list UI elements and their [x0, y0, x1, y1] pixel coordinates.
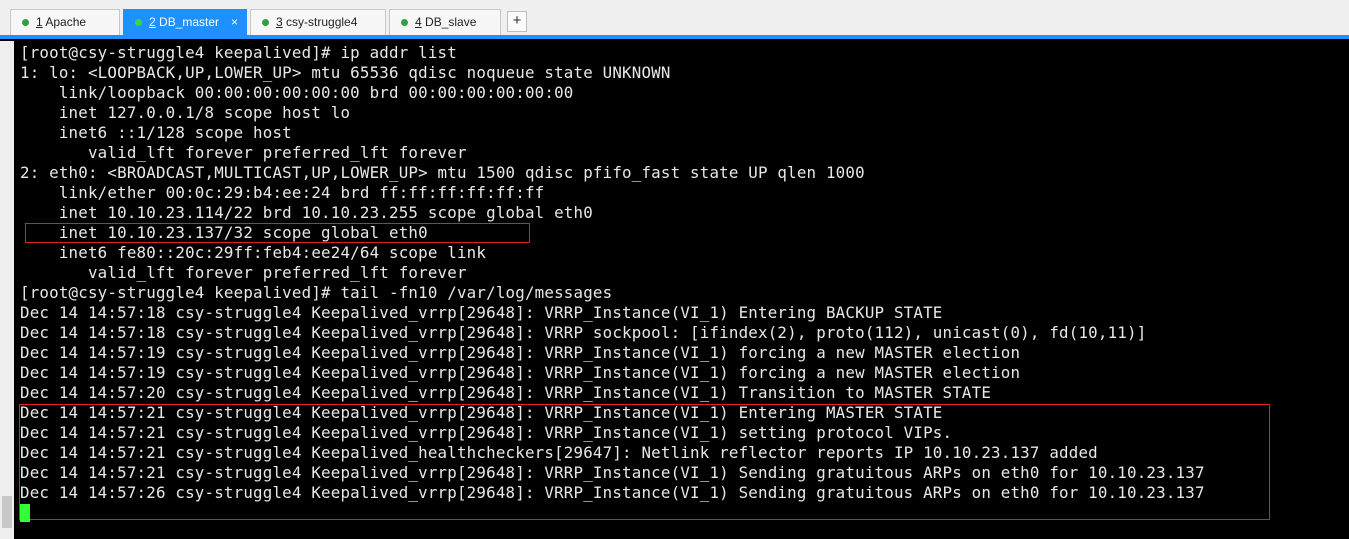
tab-apache[interactable]: 1 Apache — [10, 9, 120, 35]
terminal-line: inet6 ::1/128 scope host — [20, 123, 292, 142]
vertical-scrollbar[interactable] — [0, 41, 14, 539]
tab-csy-struggle4[interactable]: 3 csy-struggle4 — [250, 9, 386, 35]
close-icon[interactable]: × — [231, 10, 238, 35]
terminal-line: inet 10.10.23.114/22 brd 10.10.23.255 sc… — [20, 203, 593, 222]
session-status-icon — [135, 19, 142, 26]
terminal-line: link/loopback 00:00:00:00:00:00 brd 00:0… — [20, 83, 574, 102]
tab-label: 1 Apache — [36, 15, 87, 29]
session-status-icon — [401, 19, 408, 26]
terminal-line: [root@csy-struggle4 keepalived]# ip addr… — [20, 43, 457, 62]
terminal-line: inet 127.0.0.1/8 scope host lo — [20, 103, 351, 122]
terminal-line: 1: lo: <LOOPBACK,UP,LOWER_UP> mtu 65536 … — [20, 63, 671, 82]
terminal-line: Dec 14 14:57:18 csy-struggle4 Keepalived… — [20, 303, 943, 322]
terminal-line: valid_lft forever preferred_lft forever — [20, 263, 467, 282]
scrollbar-thumb[interactable] — [2, 496, 12, 528]
tab-db-master[interactable]: 2 DB_master × — [123, 9, 247, 35]
vip-address-highlight — [25, 223, 530, 243]
tab-db-slave[interactable]: 4 DB_slave — [389, 9, 501, 35]
terminal-line: link/ether 00:0c:29:b4:ee:24 brd ff:ff:f… — [20, 183, 545, 202]
terminal-line: Dec 14 14:57:19 csy-struggle4 Keepalived… — [20, 363, 1021, 382]
session-status-icon — [22, 19, 29, 26]
terminal-line: [root@csy-struggle4 keepalived]# tail -f… — [20, 283, 613, 302]
tab-label: 2 DB_master — [149, 15, 220, 29]
tab-label: 3 csy-struggle4 — [276, 15, 358, 29]
add-tab-button[interactable]: + — [507, 11, 527, 32]
terminal-line: inet6 fe80::20c:29ff:feb4:ee24/64 scope … — [20, 243, 487, 262]
terminal-line: Dec 14 14:57:18 csy-struggle4 Keepalived… — [20, 323, 1147, 342]
terminal-cursor — [20, 504, 30, 522]
master-state-log-highlight — [19, 404, 1270, 520]
active-tab-strip — [0, 35, 1349, 39]
session-status-icon — [262, 19, 269, 26]
terminal-line: 2: eth0: <BROADCAST,MULTICAST,UP,LOWER_U… — [20, 163, 865, 182]
terminal-line: Dec 14 14:57:20 csy-struggle4 Keepalived… — [20, 383, 992, 402]
terminal-line: Dec 14 14:57:19 csy-struggle4 Keepalived… — [20, 343, 1021, 362]
tab-bar: 1 Apache 2 DB_master × 3 csy-struggle4 4… — [0, 0, 1349, 36]
terminal-line: valid_lft forever preferred_lft forever — [20, 143, 467, 162]
tab-label: 4 DB_slave — [415, 15, 477, 29]
